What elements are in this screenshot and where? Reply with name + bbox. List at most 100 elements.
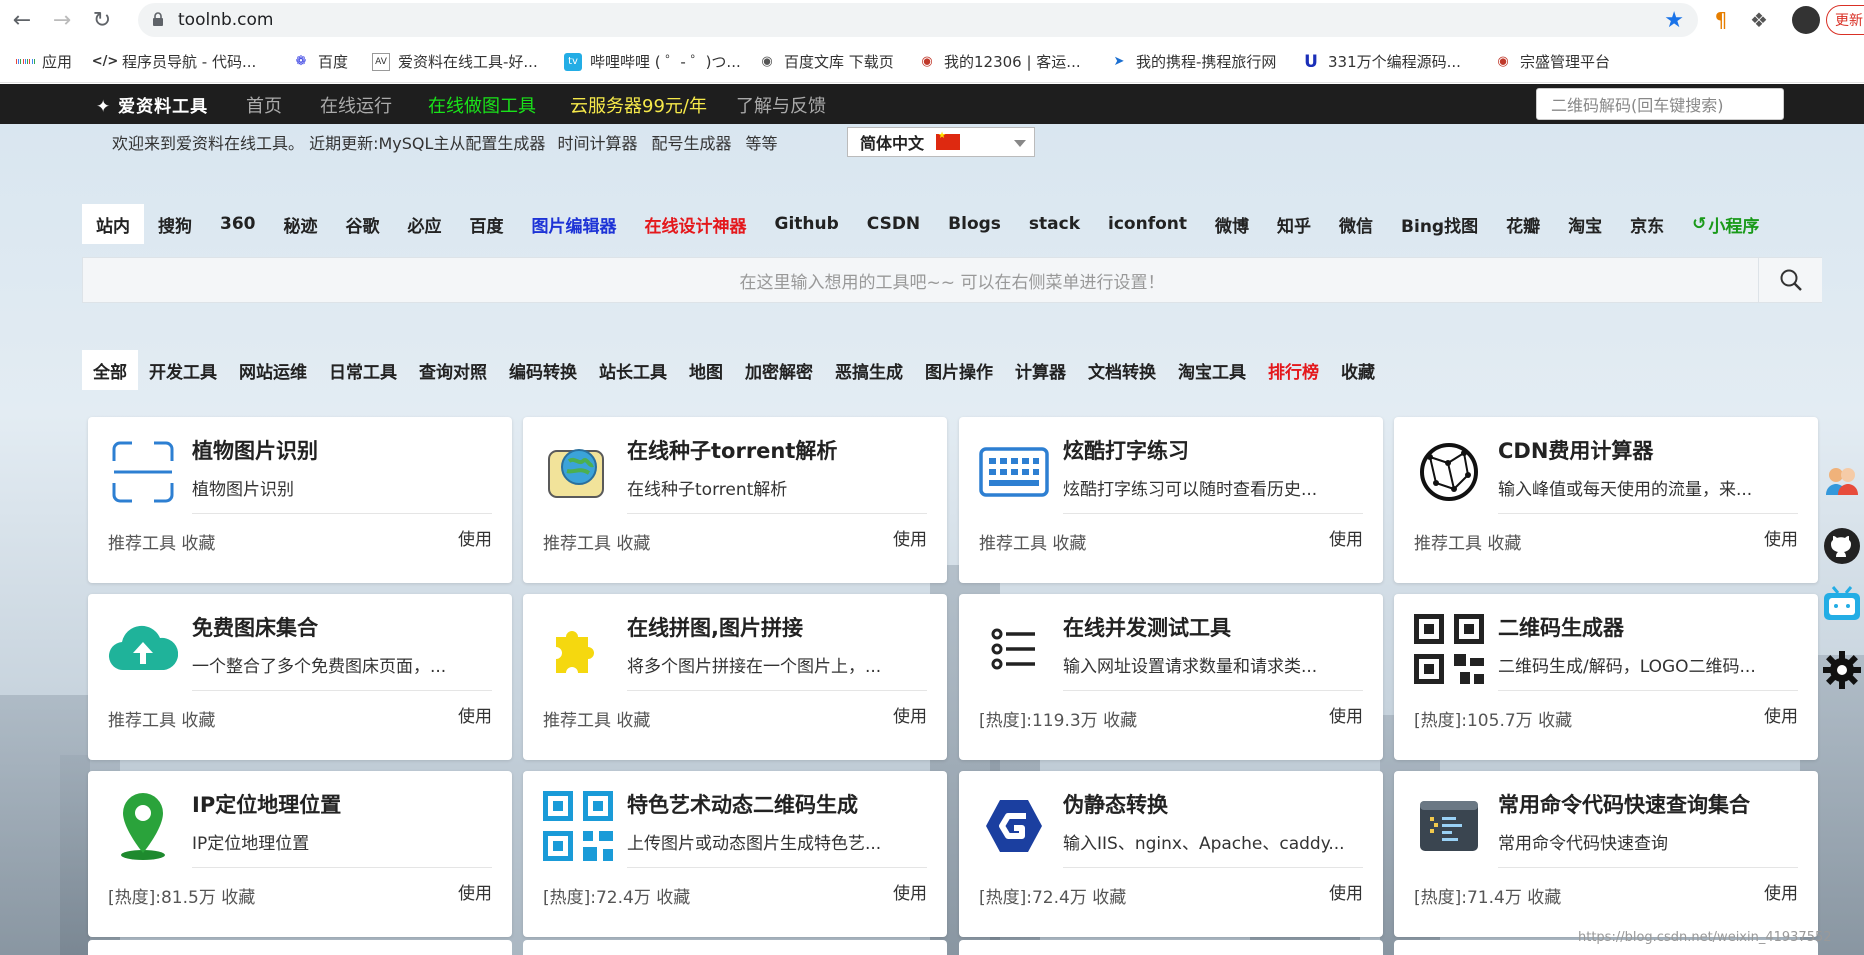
use-button[interactable]: 使用 — [1329, 702, 1363, 727]
engine-tab[interactable]: 360 — [206, 204, 270, 244]
tool-card[interactable]: 在线并发测试工具 输入网址设置请求数量和请求类... [热度]:119.3万 收… — [959, 594, 1383, 760]
nav-home[interactable]: 首页 — [246, 92, 282, 118]
card-meta[interactable]: 推荐工具 收藏 — [108, 529, 215, 554]
tool-card[interactable] — [959, 940, 1383, 955]
engine-tab[interactable]: 必应 — [394, 204, 456, 244]
bookmark-apps[interactable]: 应用 — [16, 51, 72, 72]
engine-tab[interactable]: 微信 — [1325, 204, 1387, 244]
category-tab[interactable]: 日常工具 — [318, 350, 408, 390]
engine-tab[interactable]: 京东 — [1616, 204, 1678, 244]
extensions-puzzle-icon[interactable]: ❖ — [1744, 4, 1774, 36]
category-tab[interactable]: 淘宝工具 — [1167, 350, 1257, 390]
tool-card[interactable]: 在线种子torrent解析 在线种子torrent解析 推荐工具 收藏 使用 — [523, 417, 947, 583]
engine-tab[interactable]: 知乎 — [1263, 204, 1325, 244]
bookmark-item[interactable]: ◉ 我的12306 | 客运... — [918, 51, 1080, 72]
bookmark-item[interactable]: tv 哔哩哔哩 ( ゜- ゜)つ... — [564, 51, 741, 72]
update-link[interactable]: 配号生成器 — [651, 130, 731, 154]
engine-tab[interactable]: Blogs — [934, 204, 1015, 244]
engine-tab[interactable]: 在线设计神器 — [631, 204, 761, 244]
header-search-input[interactable]: 二维码解码(回车键搜索) — [1536, 88, 1784, 120]
reload-icon[interactable]: ↻ — [84, 2, 120, 38]
nav-feedback[interactable]: 了解与反馈 — [736, 92, 826, 118]
category-tab[interactable]: 文档转换 — [1077, 350, 1167, 390]
main-search-input[interactable]: 在这里输入想用的工具吧~~ 可以在右侧菜单进行设置！ — [82, 257, 1822, 303]
engine-tab[interactable]: 百度 — [456, 204, 518, 244]
category-tab[interactable]: 加密解密 — [734, 350, 824, 390]
category-tab[interactable]: 图片操作 — [914, 350, 1004, 390]
engine-tab[interactable]: CSDN — [853, 204, 934, 244]
category-tab[interactable]: 全部 — [82, 350, 138, 390]
use-button[interactable]: 使用 — [1764, 879, 1798, 904]
nav-online-run[interactable]: 在线运行 — [320, 92, 392, 118]
category-tab[interactable]: 恶搞生成 — [824, 350, 914, 390]
use-button[interactable]: 使用 — [1329, 525, 1363, 550]
bookmark-item[interactable]: AV 爱资料在线工具-好... — [372, 51, 538, 72]
engine-tab[interactable]: 淘宝 — [1554, 204, 1616, 244]
category-tab[interactable]: 计算器 — [1004, 350, 1077, 390]
engine-tab[interactable]: 花瓣 — [1492, 204, 1554, 244]
bookmark-item[interactable]: ◉ 百度文库 下载页 — [758, 51, 893, 72]
card-meta[interactable]: 推荐工具 收藏 — [979, 529, 1086, 554]
address-bar[interactable]: toolnb.com ★ — [138, 3, 1698, 37]
bookmark-item[interactable]: ➤ 我的携程-携程旅行网 — [1110, 51, 1277, 72]
category-tab[interactable]: 地图 — [678, 350, 734, 390]
gear-icon[interactable] — [1820, 648, 1864, 692]
tool-card[interactable]: 炫酷打字练习 炫酷打字练习可以随时查看历史... 推荐工具 收藏 使用 — [959, 417, 1383, 583]
use-button[interactable]: 使用 — [893, 702, 927, 727]
bookmark-item[interactable]: </> 程序员导航 - 代码... — [92, 51, 257, 72]
bilibili-tv-icon[interactable] — [1820, 582, 1864, 626]
card-meta[interactable]: 推荐工具 收藏 — [1414, 529, 1521, 554]
profile-avatar[interactable] — [1792, 6, 1820, 34]
card-meta[interactable]: [热度]:71.4万 收藏 — [1414, 883, 1561, 908]
engine-tab[interactable]: Bing找图 — [1387, 204, 1492, 244]
tool-card[interactable]: CDN费用计算器 输入峰值或每天使用的流量，来... 推荐工具 收藏 使用 — [1394, 417, 1818, 583]
language-select[interactable]: 简体中文 — [847, 127, 1035, 157]
use-button[interactable]: 使用 — [1764, 525, 1798, 550]
card-meta[interactable]: 推荐工具 收藏 — [108, 706, 215, 731]
category-tab[interactable]: 网站运维 — [228, 350, 318, 390]
card-meta[interactable]: 推荐工具 收藏 — [543, 706, 650, 731]
tool-card[interactable] — [523, 940, 947, 955]
forward-icon[interactable]: → — [44, 2, 80, 38]
nav-chart-tool[interactable]: 在线做图工具 — [428, 92, 536, 118]
engine-tab[interactable]: stack — [1015, 204, 1094, 244]
users-icon[interactable] — [1820, 458, 1864, 502]
tool-card[interactable]: 特色艺术动态二维码生成 上传图片或动态图片生成特色艺... [热度]:72.4万… — [523, 771, 947, 937]
bookmark-item[interactable]: U 331万个编程源码... — [1302, 51, 1461, 72]
engine-tab[interactable]: 图片编辑器 — [518, 204, 631, 244]
category-tab[interactable]: 收藏 — [1330, 350, 1386, 390]
card-meta[interactable]: [热度]:72.4万 收藏 — [979, 883, 1126, 908]
engine-tab[interactable]: 微博 — [1201, 204, 1263, 244]
tool-card[interactable]: 在线拼图,图片拼接 将多个图片拼接在一个图片上，... 推荐工具 收藏 使用 — [523, 594, 947, 760]
update-button[interactable]: 更新 — [1826, 5, 1864, 35]
category-tab[interactable]: 开发工具 — [138, 350, 228, 390]
card-meta[interactable]: [热度]:119.3万 收藏 — [979, 706, 1137, 731]
category-tab[interactable]: 查询对照 — [408, 350, 498, 390]
tool-card[interactable]: 常用命令代码快速查询集合 常用命令代码快速查询 [热度]:71.4万 收藏 使用 — [1394, 771, 1818, 937]
category-tab[interactable]: 编码转换 — [498, 350, 588, 390]
use-button[interactable]: 使用 — [458, 702, 492, 727]
category-tab[interactable]: 站长工具 — [588, 350, 678, 390]
tool-card[interactable]: IP定位地理位置 IP定位地理位置 [热度]:81.5万 收藏 使用 — [88, 771, 512, 937]
bookmark-item[interactable]: ◉ 宗盛管理平台 — [1494, 51, 1610, 72]
engine-tab[interactable]: 搜狗 — [144, 204, 206, 244]
pilcrow-extension-icon[interactable]: ¶ — [1706, 4, 1736, 36]
bookmark-item[interactable]: ❁ 百度 — [292, 51, 348, 72]
card-meta[interactable]: 推荐工具 收藏 — [543, 529, 650, 554]
use-button[interactable]: 使用 — [893, 525, 927, 550]
tool-card[interactable]: 二维码生成器 二维码生成/解码，LOGO二维码... [热度]:105.7万 收… — [1394, 594, 1818, 760]
nav-cloud-server[interactable]: 云服务器99元/年 — [570, 92, 707, 118]
card-meta[interactable]: [热度]:72.4万 收藏 — [543, 883, 690, 908]
use-button[interactable]: 使用 — [458, 525, 492, 550]
engine-tab[interactable]: 谷歌 — [332, 204, 394, 244]
use-button[interactable]: 使用 — [458, 879, 492, 904]
tool-card[interactable] — [88, 940, 512, 955]
update-link[interactable]: 时间计算器 — [557, 130, 637, 154]
github-icon[interactable] — [1820, 524, 1864, 568]
tool-card[interactable]: 植物图片识别 植物图片识别 推荐工具 收藏 使用 — [88, 417, 512, 583]
tool-card[interactable]: 免费图床集合 一个整合了多个免费图床页面，... 推荐工具 收藏 使用 — [88, 594, 512, 760]
use-button[interactable]: 使用 — [1764, 702, 1798, 727]
back-icon[interactable]: ← — [4, 2, 40, 38]
search-button[interactable] — [1758, 258, 1822, 302]
use-button[interactable]: 使用 — [1329, 879, 1363, 904]
